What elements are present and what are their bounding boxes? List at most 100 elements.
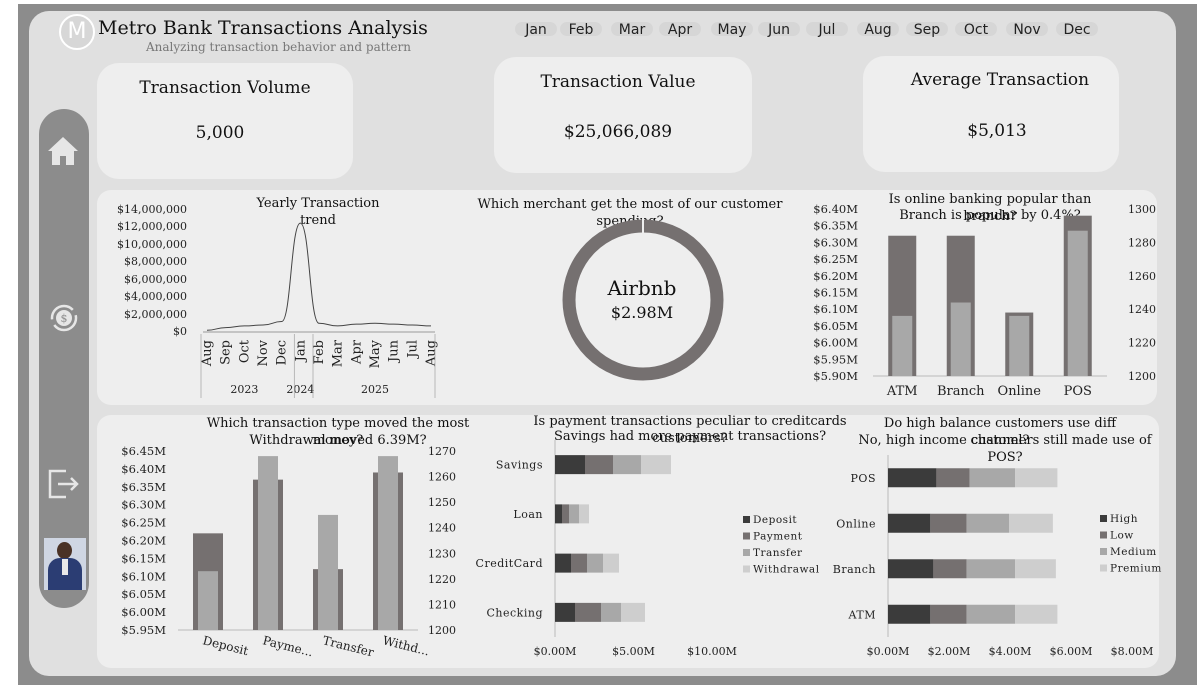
account-y-tick: Checking bbox=[487, 606, 543, 619]
channel-x-tick: ATM bbox=[886, 384, 918, 399]
txntype-y-left-tick: $6.00M bbox=[121, 605, 166, 619]
month-button-may[interactable]: May bbox=[711, 22, 753, 38]
txntype-y-right-tick: 1270 bbox=[428, 445, 456, 458]
balance-legend-label: Low bbox=[1110, 530, 1134, 542]
month-button-aug[interactable]: Aug bbox=[857, 22, 899, 38]
channel-chart: $6.40M $6.35M $6.30M $6.25M $6.20M $6.15M $6.1… bbox=[813, 202, 1156, 399]
txntype-y-right-tick: 1230 bbox=[428, 547, 456, 560]
sidebar: $ bbox=[39, 109, 89, 608]
trend-line bbox=[206, 222, 432, 331]
kpi-value: $5,013 bbox=[967, 121, 1027, 141]
account-legend-swatch bbox=[743, 565, 750, 573]
month-button-oct[interactable]: Oct bbox=[955, 22, 997, 38]
txntype-bar-count bbox=[258, 456, 278, 630]
txntype-y-right-tick: 1210 bbox=[428, 598, 456, 611]
balance-bar-high bbox=[888, 513, 931, 533]
kpi-transaction-volume: Transaction Volume 5,000 bbox=[97, 63, 353, 179]
account-legend-swatch bbox=[743, 516, 750, 523]
logout-icon[interactable] bbox=[46, 467, 80, 501]
balance-bar-medium bbox=[966, 513, 1009, 533]
month-button-apr[interactable]: Apr bbox=[659, 22, 701, 38]
account-y-tick: CreditCard bbox=[476, 557, 543, 570]
page-title: Metro Bank Transactions Analysis bbox=[98, 17, 428, 39]
balance-chart: POS Online Branch ATM $0.00M $2.00M $4.00M $6.0… bbox=[833, 455, 1162, 658]
balance-x-tick: $0.00M bbox=[867, 645, 910, 658]
account-y-tick: Savings bbox=[496, 459, 543, 472]
account-bar-transfer bbox=[613, 455, 641, 475]
trend-x-tick: Nov bbox=[256, 339, 271, 366]
avatar[interactable] bbox=[44, 538, 86, 590]
txntype-bar-count bbox=[378, 456, 398, 630]
month-button-mar[interactable]: Mar bbox=[611, 22, 653, 38]
month-button-feb[interactable]: Feb bbox=[560, 22, 602, 38]
trend-x-tick: Jan bbox=[293, 339, 308, 363]
channel-y-left-tick: $6.20M bbox=[813, 269, 858, 283]
month-button-jun[interactable]: Jun bbox=[758, 22, 800, 38]
channel-y-left-tick: $6.25M bbox=[813, 252, 858, 266]
kpi-label: Transaction Volume bbox=[139, 78, 311, 98]
trend-year-label: 2024 bbox=[286, 383, 314, 396]
balance-bar-low bbox=[936, 468, 970, 488]
balance-bar-low bbox=[930, 604, 967, 624]
trend-x-tick: Jun bbox=[387, 339, 402, 364]
account-bar-withdrawal bbox=[603, 553, 619, 573]
merchant-donut bbox=[562, 218, 724, 381]
trend-y-tick: $8,000,000 bbox=[124, 255, 187, 269]
account-bar-deposit bbox=[555, 602, 575, 622]
merchant-top-name: Airbnb bbox=[607, 276, 677, 300]
logo-letter: M bbox=[67, 19, 87, 44]
account-bar-payment bbox=[585, 455, 613, 475]
account-x-tick: $0.00M bbox=[534, 645, 577, 658]
account-bar-withdrawal bbox=[641, 455, 671, 475]
month-button-dec[interactable]: Dec bbox=[1056, 22, 1098, 38]
donut-ring bbox=[562, 219, 724, 381]
balance-bar-premium bbox=[1015, 468, 1058, 488]
channel-y-left-tick: $6.40M bbox=[813, 202, 858, 216]
account-bar-payment bbox=[571, 553, 587, 573]
balance-y-tick: POS bbox=[851, 472, 876, 485]
month-button-jul[interactable]: Jul bbox=[806, 22, 848, 38]
kpi-label: Average Transaction bbox=[910, 70, 1090, 90]
avatar-head bbox=[57, 542, 72, 559]
channel-y-left-tick: $6.15M bbox=[813, 286, 858, 300]
channel-y-right-tick: 1240 bbox=[1128, 303, 1156, 316]
balance-legend-swatch bbox=[1100, 564, 1107, 572]
trend-x-tick: Sep bbox=[219, 340, 234, 365]
balance-bar-premium bbox=[1015, 559, 1056, 579]
channel-y-left-tick: $6.35M bbox=[813, 219, 858, 233]
account-bar-deposit bbox=[555, 553, 571, 573]
month-button-sep[interactable]: Sep bbox=[906, 22, 948, 38]
logo: M bbox=[59, 14, 95, 50]
txntype-x-tick: Withd... bbox=[381, 633, 431, 658]
channel-bar-count bbox=[1067, 230, 1088, 376]
kpi-value: $25,066,089 bbox=[563, 122, 673, 142]
balance-x-tick: $4.00M bbox=[989, 645, 1032, 658]
balance-bar-high bbox=[888, 468, 937, 488]
account-chart: Savings Loan CreditCard Checking $0.00M $5.00… bbox=[476, 440, 819, 658]
txntype-bar-count bbox=[198, 571, 218, 630]
month-button-nov[interactable]: Nov bbox=[1006, 22, 1048, 38]
trend-y-tick: $6,000,000 bbox=[124, 272, 187, 286]
channel-x-tick: Branch bbox=[937, 384, 985, 399]
balance-y-tick: Branch bbox=[833, 563, 876, 576]
account-legend-swatch bbox=[743, 532, 750, 540]
balance-legend-label: Premium bbox=[1110, 563, 1162, 575]
currency-refresh-icon[interactable]: $ bbox=[48, 302, 80, 334]
trend-x-tick: Dec bbox=[275, 340, 290, 365]
home-icon[interactable] bbox=[46, 134, 80, 168]
channel-y-right-tick: 1200 bbox=[1128, 370, 1156, 383]
month-button-jan[interactable]: Jan bbox=[515, 22, 557, 38]
account-bar-transfer bbox=[569, 504, 579, 524]
txntype-y-left-tick: $6.35M bbox=[121, 480, 166, 494]
account-bar-payment bbox=[575, 602, 601, 622]
txntype-x-tick: Payme... bbox=[261, 633, 314, 659]
txntype-y-right-tick: 1220 bbox=[428, 573, 456, 586]
balance-y-tick: ATM bbox=[848, 608, 876, 621]
account-bar-withdrawal bbox=[621, 602, 645, 622]
trend-chart: Aug Sep Oct Nov Dec Jan Feb Mar Apr May Jun Jul Aug 2… bbox=[200, 222, 439, 398]
trend-y-tick: $10,000,000 bbox=[117, 237, 187, 251]
txntype-y-right-tick: 1260 bbox=[428, 471, 456, 484]
balance-bar-premium bbox=[1009, 513, 1053, 533]
trend-y-tick: $4,000,000 bbox=[124, 290, 187, 304]
balance-legend-swatch bbox=[1100, 515, 1107, 522]
